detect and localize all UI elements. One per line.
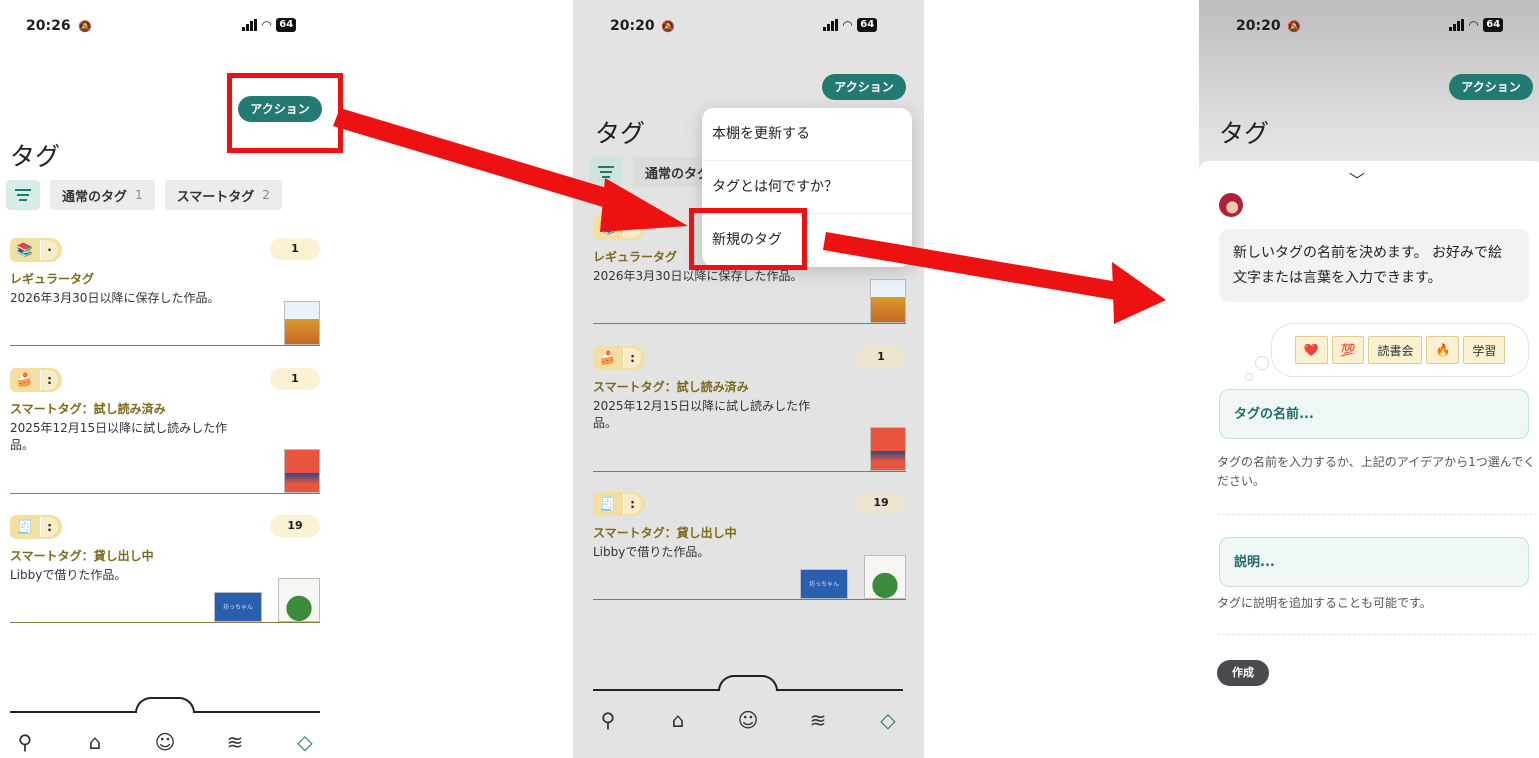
arrow-to-menu [333,108,630,213]
arrow-to-sheet [823,232,1124,301]
annotation-arrows [333,108,1166,324]
arrowhead-to-menu [600,178,688,232]
arrowhead-to-sheet [1112,262,1166,324]
